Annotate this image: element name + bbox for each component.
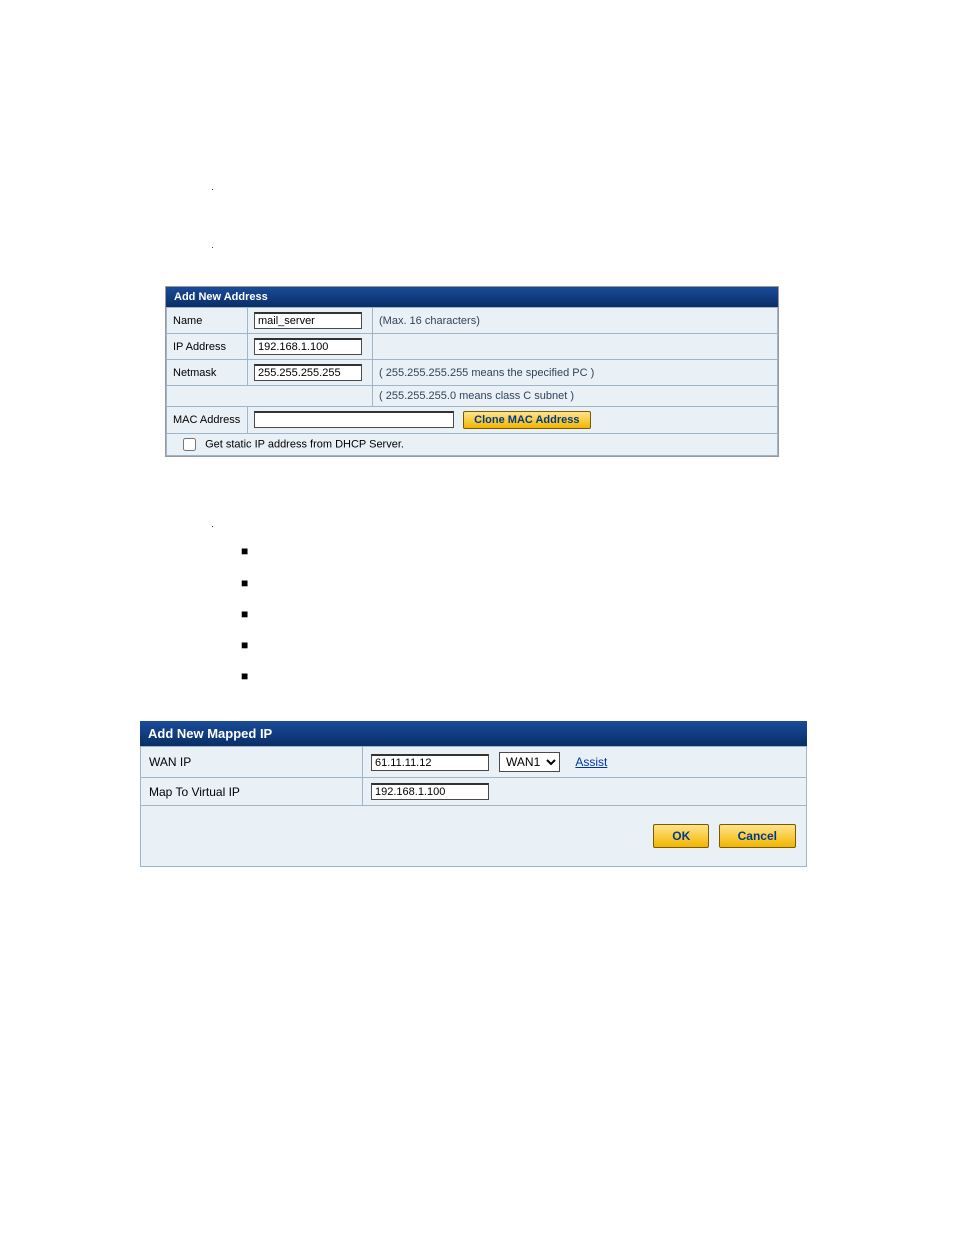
dhcp-static-ip-checkbox[interactable] [183, 438, 196, 451]
bullet-square [241, 598, 954, 629]
bullet-square [241, 535, 954, 566]
ip-address-input[interactable] [254, 338, 362, 355]
add-new-mapped-ip-table: WAN IP WAN1 Assist Map To Virtual IP [140, 746, 807, 806]
add-new-mapped-ip-panel: Add New Mapped IP WAN IP WAN1 Assist Map… [140, 721, 807, 867]
bullet-square [241, 629, 954, 660]
ip-address-label: IP Address [167, 334, 248, 360]
add-new-address-panel: Add New Address Name (Max. 16 characters… [165, 286, 779, 457]
wan-ip-label: WAN IP [141, 747, 363, 778]
add-new-address-header: Add New Address [166, 287, 778, 307]
mac-address-input[interactable] [254, 411, 454, 428]
wan-interface-select[interactable]: WAN1 [499, 752, 560, 772]
name-label: Name [167, 308, 248, 334]
dhcp-static-ip-label: Get static IP address from DHCP Server. [205, 438, 404, 450]
add-new-mapped-ip-header: Add New Mapped IP [140, 721, 807, 746]
bullet-square [241, 660, 954, 691]
netmask-hint-2: ( 255.255.255.0 means class C subnet ) [373, 386, 778, 407]
ok-button[interactable]: OK [653, 824, 709, 848]
add-new-address-table: Name (Max. 16 characters) IP Address Net… [166, 307, 778, 456]
mapped-ip-footer: OK Cancel [140, 806, 807, 867]
cancel-button[interactable]: Cancel [719, 824, 796, 848]
bullet-small [221, 180, 954, 198]
name-input[interactable] [254, 312, 362, 329]
mac-address-label: MAC Address [167, 407, 248, 434]
bullet-small [221, 517, 954, 535]
bullet-square [241, 566, 954, 597]
netmask-hint-1: ( 255.255.255.255 means the specified PC… [373, 360, 778, 386]
name-hint: (Max. 16 characters) [373, 308, 778, 334]
netmask-label: Netmask [167, 360, 248, 386]
wan-ip-input[interactable] [371, 754, 489, 771]
map-to-virtual-ip-input[interactable] [371, 783, 489, 800]
netmask-input[interactable] [254, 364, 362, 381]
map-to-virtual-ip-label: Map To Virtual IP [141, 778, 363, 806]
clone-mac-address-button[interactable]: Clone MAC Address [463, 411, 590, 429]
assist-link[interactable]: Assist [575, 755, 607, 769]
bullet-small [221, 238, 954, 256]
